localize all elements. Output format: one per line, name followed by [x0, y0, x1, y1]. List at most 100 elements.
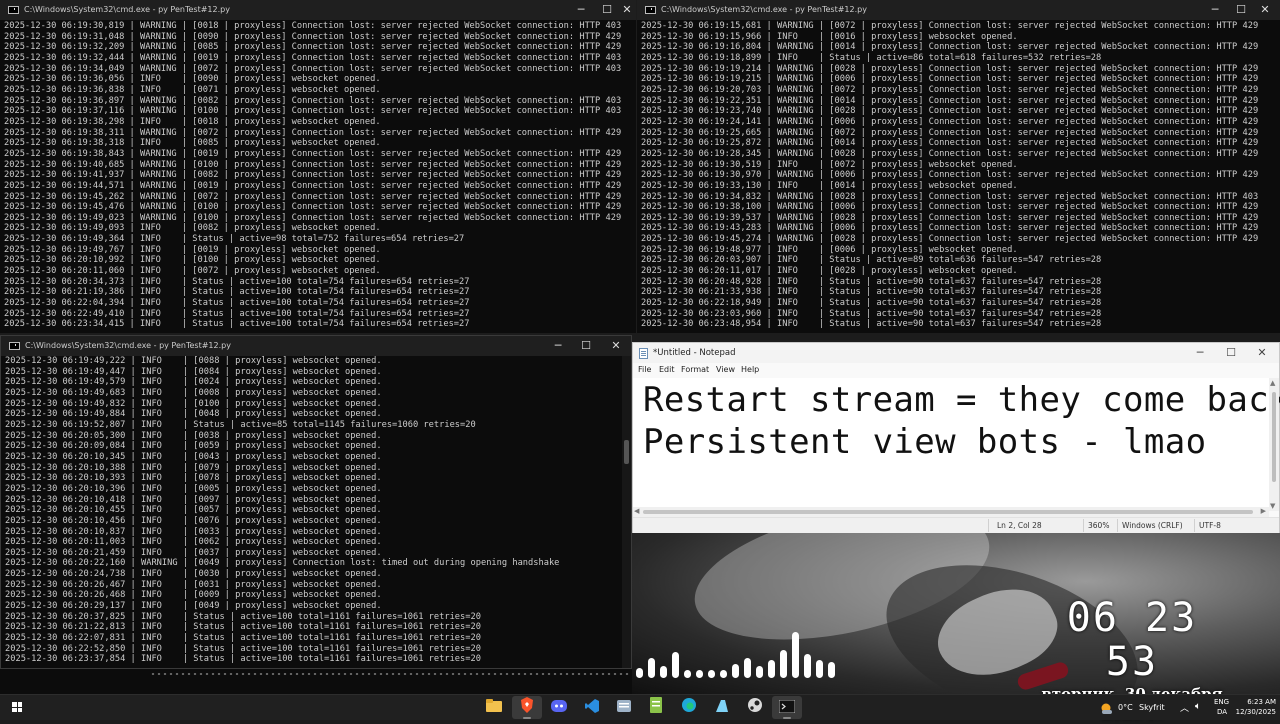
- show-hidden-icons-icon[interactable]: ︿: [1180, 695, 1190, 720]
- console-line: 2025-12-30 06:19:38,100 | WARNING | [000…: [641, 202, 1259, 213]
- azure-icon[interactable]: [707, 696, 737, 719]
- console-line: 2025-12-30 06:19:32,444 | WARNING | [001…: [4, 52, 622, 63]
- scrollbar-thumb[interactable]: [643, 510, 1253, 514]
- discord-icon[interactable]: [544, 696, 574, 719]
- visualizer-bar: [804, 654, 811, 678]
- system-clock[interactable]: 6:23 AM 12/30/2025: [1236, 695, 1278, 720]
- console-line: 2025-12-30 06:19:28,345 | WARNING | [002…: [641, 148, 1259, 159]
- volume-icon[interactable]: 🔈︎: [1195, 695, 1209, 720]
- horizontal-scrollbar[interactable]: ◀ ▶: [633, 507, 1269, 517]
- tray-date: 12/30/2025: [1235, 708, 1276, 716]
- text-editor[interactable]: Restart stream = they come back Persiste…: [633, 378, 1280, 511]
- start-button[interactable]: [12, 702, 22, 712]
- vertical-scrollbar[interactable]: ▲ ▼: [1269, 378, 1279, 511]
- visualizer-bar: [756, 666, 763, 678]
- minimize-button[interactable]: ─: [570, 2, 592, 18]
- notepad-titlebar[interactable]: *Untitled - Notepad ─ ☐ ✕: [633, 343, 1279, 363]
- console-line: 2025-12-30 06:19:38,311 | WARNING | [007…: [4, 127, 622, 138]
- minimize-button[interactable]: ─: [1204, 2, 1226, 18]
- console-line: 2025-12-30 06:19:49,767 | INFO | [0019 |…: [4, 244, 381, 255]
- scrollbar-thumb[interactable]: [624, 440, 629, 464]
- menu-file[interactable]: File: [638, 365, 651, 374]
- close-button[interactable]: ✕: [605, 338, 627, 354]
- close-button[interactable]: ✕: [1250, 345, 1274, 361]
- window-titlebar[interactable]: C:\Windows\System32\cmd.exe - py PenTest…: [637, 0, 1280, 20]
- maximize-button[interactable]: ☐: [1219, 345, 1243, 361]
- vscode-icon[interactable]: [577, 696, 607, 719]
- terminal-icon[interactable]: [772, 696, 802, 719]
- console-line: 2025-12-30 06:19:24,141 | WARNING | [000…: [641, 116, 1259, 127]
- window-titlebar[interactable]: C:\Windows\System32\cmd.exe - py PenTest…: [0, 0, 636, 20]
- console-line: 2025-12-30 06:19:49,364 | INFO | Status …: [4, 234, 465, 245]
- console-line: 2025-12-30 06:20:10,992 | INFO | [0100 |…: [4, 255, 381, 266]
- minimize-button[interactable]: ─: [547, 338, 569, 354]
- weather-widget[interactable]: 0°C Skyfrit: [1096, 695, 1168, 720]
- console-line: 2025-12-30 06:19:37,116 | WARNING | [010…: [4, 106, 622, 117]
- status-bar: Ln 2, Col 28 360% Windows (CRLF) UTF-8: [633, 517, 1279, 533]
- scrollbar-thumb[interactable]: [1272, 392, 1276, 482]
- console-line: 2025-12-30 06:19:43,283 | WARNING | [000…: [641, 223, 1259, 234]
- brave-browser-icon[interactable]: [512, 696, 542, 719]
- menu-view[interactable]: View: [716, 365, 735, 374]
- console-line: 2025-12-30 06:20:26,467 | INFO | [0031 |…: [5, 579, 382, 590]
- window-title: C:\Windows\System32\cmd.exe - py PenTest…: [661, 5, 867, 14]
- console-line: 2025-12-30 06:19:49,447 | INFO | [0084 |…: [5, 366, 382, 377]
- edge-icon[interactable]: [674, 696, 704, 719]
- zoom-level: 360%: [1088, 521, 1110, 530]
- console-line: 2025-12-30 06:20:29,137 | INFO | [0049 |…: [5, 601, 382, 612]
- clock-time: 06 23 53: [1066, 595, 1198, 685]
- scroll-left-icon[interactable]: ◀: [634, 507, 639, 515]
- maximize-button[interactable]: ☐: [1230, 2, 1252, 18]
- menu-help[interactable]: Help: [741, 365, 759, 374]
- scroll-down-icon[interactable]: ▼: [1270, 502, 1275, 510]
- visualizer-bar: [828, 662, 835, 678]
- console-line: 2025-12-30 06:20:09,084 | INFO | [0059 |…: [5, 441, 382, 452]
- console-line: 2025-12-30 06:20:11,060 | INFO | [0072 |…: [4, 266, 381, 277]
- console-line: 2025-12-30 06:20:24,738 | INFO | [0030 |…: [5, 569, 382, 580]
- console-line: 2025-12-30 06:19:45,476 | WARNING | [010…: [4, 202, 622, 213]
- console-line: 2025-12-30 06:19:38,843 | WARNING | [001…: [4, 148, 622, 159]
- notepad-plus-icon[interactable]: [641, 696, 671, 719]
- console-line: 2025-12-30 06:19:49,579 | INFO | [0024 |…: [5, 377, 382, 388]
- editor-line-1: Restart stream = they come back: [643, 380, 1280, 420]
- scroll-up-icon[interactable]: ▲: [1270, 379, 1275, 387]
- visualizer-bar: [720, 670, 727, 678]
- scroll-right-icon[interactable]: ▶: [1261, 507, 1266, 515]
- console-window-2[interactable]: C:\Windows\System32\cmd.exe - py PenTest…: [637, 0, 1280, 333]
- console-line: 2025-12-30 06:19:48,977 | INFO | [0006 |…: [641, 244, 1018, 255]
- visualizer-bar: [780, 650, 787, 678]
- menu-format[interactable]: Format: [681, 365, 709, 374]
- visualizer-bar: [732, 664, 739, 678]
- audio-visualizer: [636, 632, 846, 678]
- console-line: 2025-12-30 06:23:03,960 | INFO | Status …: [641, 308, 1102, 319]
- notepad-title: *Untitled - Notepad: [653, 348, 736, 358]
- console-line: 2025-12-30 06:19:22,351 | WARNING | [001…: [641, 95, 1259, 106]
- maximize-button[interactable]: ☐: [596, 2, 618, 18]
- maximize-button[interactable]: ☐: [575, 338, 597, 354]
- visualizer-bar: [684, 670, 691, 678]
- notepad-icon: [639, 348, 648, 359]
- console-line: 2025-12-30 06:23:34,415 | INFO | Status …: [4, 319, 470, 330]
- notepad-window[interactable]: *Untitled - Notepad ─ ☐ ✕ File Edit Form…: [632, 342, 1280, 533]
- window-titlebar[interactable]: C:\Windows\System32\cmd.exe - py PenTest…: [1, 336, 631, 356]
- console-window-1[interactable]: C:\Windows\System32\cmd.exe - py PenTest…: [0, 0, 636, 333]
- menu-edit[interactable]: Edit: [659, 365, 675, 374]
- close-button[interactable]: ✕: [1254, 2, 1276, 18]
- console-window-3[interactable]: C:\Windows\System32\cmd.exe - py PenTest…: [0, 335, 632, 669]
- minimize-button[interactable]: ─: [1188, 345, 1212, 361]
- console-line: 2025-12-30 06:19:49,023 | WARNING | [010…: [4, 212, 622, 223]
- console-line: 2025-12-30 06:19:36,838 | INFO | [0071 |…: [4, 84, 381, 95]
- visualizer-bar: [744, 658, 751, 678]
- console-line: 2025-12-30 06:19:44,571 | WARNING | [001…: [4, 180, 622, 191]
- console-scrollbar[interactable]: [622, 356, 631, 668]
- language-indicator[interactable]: ENG DA: [1213, 695, 1235, 720]
- console-line: 2025-12-30 06:23:37,854 | INFO | Status …: [5, 654, 481, 665]
- steam-icon[interactable]: [740, 696, 770, 719]
- console-line: 2025-12-30 06:20:26,468 | INFO | [0009 |…: [5, 590, 382, 601]
- visualizer-bar: [660, 666, 667, 678]
- file-explorer-icon[interactable]: [479, 696, 509, 719]
- weather-icon: [1101, 703, 1112, 714]
- files-icon[interactable]: [609, 696, 639, 719]
- close-button[interactable]: ✕: [616, 2, 636, 18]
- visualizer-bar: [696, 670, 703, 678]
